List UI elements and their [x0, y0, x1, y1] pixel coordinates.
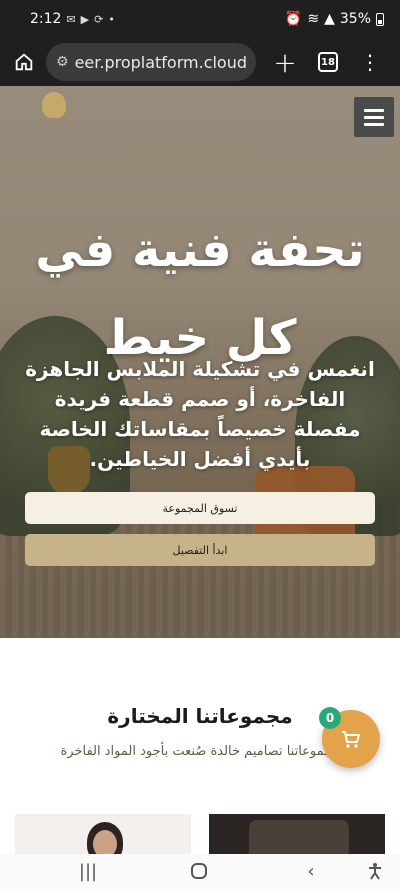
battery-icon — [376, 12, 384, 26]
collection-card[interactable] — [15, 814, 191, 854]
garment-image — [249, 820, 349, 854]
hero-section: تحفة فنية في كل خيط انغمس في تشكيلة المل… — [0, 86, 400, 638]
browser-toolbar: ⚙ eer.proplatform.cloud + 18 ⋮ — [0, 38, 400, 86]
home-nav-icon[interactable] — [186, 858, 212, 884]
url-text: eer.proplatform.cloud — [74, 52, 246, 72]
accessibility-icon[interactable] — [364, 858, 386, 884]
start-tailoring-button[interactable]: ابدأ التفصيل — [25, 534, 375, 566]
cart-icon — [342, 731, 360, 748]
battery-percent: 35% — [339, 11, 371, 27]
address-bar[interactable]: ⚙ eer.proplatform.cloud — [46, 43, 256, 81]
cart-count-badge: 0 — [319, 707, 341, 729]
more-menu-icon[interactable]: ⋮ — [360, 52, 380, 72]
wifi-icon: ≋ — [307, 11, 320, 27]
hamburger-menu-icon[interactable] — [354, 97, 394, 137]
status-time: 2:12 — [30, 11, 62, 27]
tab-switcher-button[interactable]: 18 — [318, 52, 338, 72]
model-face — [93, 830, 117, 854]
dot-icon: • — [108, 12, 115, 26]
sync-icon: ⟳ — [94, 12, 104, 26]
hero-subtitle: انغمس في تشكيلة الملابس الجاهزة الفاخرة،… — [25, 357, 375, 471]
signal-icon: ▲ — [324, 11, 335, 27]
site-settings-icon[interactable]: ⚙ — [56, 54, 69, 70]
shop-collection-button[interactable]: تسوق المجموعة — [25, 492, 375, 524]
home-icon[interactable] — [8, 46, 40, 78]
youtube-icon: ▶ — [80, 12, 90, 26]
status-bar: 2:12 ✉ ▶ ⟳ • ⏰ ≋ ▲ 35% — [0, 0, 400, 38]
site-logo[interactable] — [24, 92, 84, 142]
alarm-icon: ⏰ — [284, 11, 303, 27]
system-nav-bar: ||| ‹ — [0, 854, 400, 889]
collection-card[interactable] — [209, 814, 385, 854]
logo-mark — [42, 92, 66, 118]
new-tab-icon[interactable]: + — [270, 46, 300, 79]
gmail-icon: ✉ — [66, 12, 76, 26]
back-icon[interactable]: ‹ — [300, 858, 322, 884]
recents-icon[interactable]: ||| — [76, 858, 100, 884]
